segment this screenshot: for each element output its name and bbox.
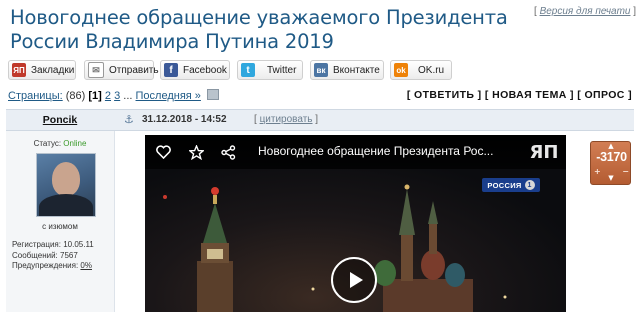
- thread-header: Новогоднее обращение уважаемого Президен…: [0, 0, 640, 56]
- send-label: Отправить: [109, 64, 159, 76]
- pages-count: (86): [65, 90, 86, 102]
- user-registration: Регистрация: 10.05.11: [12, 240, 94, 249]
- kremlin-tower: [197, 187, 233, 312]
- vk-icon: вк: [314, 63, 328, 77]
- pages-ellipsis: ...: [123, 90, 133, 102]
- facebook-icon: f: [164, 63, 178, 77]
- vkontakte-button[interactable]: вк Вконтакте: [310, 60, 384, 80]
- avatar-shoulders: [39, 194, 93, 216]
- bookmarks-button[interactable]: ЯП Закладки: [8, 60, 76, 80]
- channel-name: РОССИЯ: [487, 180, 522, 190]
- rating-minus-button[interactable]: −: [622, 167, 629, 176]
- warnings-value[interactable]: 0%: [80, 261, 92, 270]
- reply-button[interactable]: [ ОТВЕТИТЬ ]: [407, 89, 482, 101]
- okru-button[interactable]: ok OK.ru: [390, 60, 452, 80]
- user-warnings: Предупреждения: 0%: [12, 261, 94, 272]
- user-status: Статус: Online: [6, 139, 114, 148]
- channel-logo: РОССИЯ 1: [482, 178, 540, 192]
- post-rating: ▲ -3170 + − ▼: [590, 141, 631, 185]
- last-page-link[interactable]: Последняя »: [136, 90, 201, 102]
- post-author[interactable]: Poncik: [6, 110, 114, 130]
- yaplakal-logo: ЯП: [529, 141, 559, 163]
- quote-control: [ цитировать ]: [254, 114, 318, 125]
- play-icon: [349, 272, 363, 288]
- share-icon[interactable]: [219, 143, 237, 161]
- rating-down-arrow-icon[interactable]: ▼: [607, 175, 615, 182]
- channel-number: 1: [524, 180, 535, 190]
- twitter-button[interactable]: t Twitter: [237, 60, 303, 80]
- video-title[interactable]: Новогоднее обращение Президента Рос...: [258, 144, 493, 158]
- avatar[interactable]: [36, 153, 96, 217]
- rating-up-arrow-icon[interactable]: ▲: [607, 143, 615, 150]
- twitter-label: Twitter: [267, 64, 297, 76]
- print-version: [ Версия для печати ]: [534, 6, 636, 17]
- pagination: Страницы: (86) [1] 2 3 ... Последняя »: [8, 89, 219, 102]
- okru-label: OK.ru: [418, 64, 445, 76]
- status-online: Online: [63, 139, 87, 148]
- quote-link[interactable]: цитировать: [260, 114, 313, 125]
- rating-value: -3170: [596, 150, 627, 164]
- current-page: [1]: [88, 90, 102, 102]
- cathedral: [374, 184, 473, 312]
- rating-plus-button[interactable]: +: [594, 167, 601, 176]
- user-sidebar: Статус: Online с изюмом Регистрация: 10.…: [6, 131, 115, 312]
- bookmarks-label: Закладки: [31, 64, 75, 76]
- topic-actions: [ ОТВЕТИТЬ ] [ НОВАЯ ТЕМА ] [ ОПРОС ]: [407, 89, 632, 101]
- post-header: Poncik ⚓ 31.12.2018 - 14:52 [ цитировать…: [6, 109, 634, 131]
- star-icon[interactable]: [187, 143, 205, 161]
- status-label: Статус:: [33, 139, 64, 148]
- quote-bracket-close: ]: [312, 114, 319, 125]
- avatar-face: [52, 162, 80, 196]
- facebook-label: Facebook: [183, 64, 227, 76]
- user-messages: Сообщений: 7567: [12, 250, 78, 260]
- play-button[interactable]: [331, 257, 377, 303]
- send-button[interactable]: ✉ Отправить: [84, 60, 159, 80]
- twitter-icon: t: [241, 63, 255, 77]
- heart-icon[interactable]: [154, 143, 172, 161]
- print-version-link[interactable]: Версия для печати: [540, 6, 631, 17]
- video-top-bar: Новогоднее обращение Президента Рос... Я…: [145, 135, 566, 169]
- jump-page-icon[interactable]: [206, 89, 219, 100]
- anchor-icon[interactable]: ⚓: [124, 113, 134, 126]
- thread-title: Новогоднее обращение уважаемого Президен…: [10, 6, 508, 53]
- vkontakte-label: Вконтакте: [333, 64, 380, 76]
- new-topic-button[interactable]: [ НОВАЯ ТЕМА ]: [485, 89, 574, 101]
- yap-icon: ЯП: [12, 63, 26, 77]
- page-link-3[interactable]: 3: [114, 90, 120, 102]
- facebook-button[interactable]: f Facebook: [160, 60, 230, 80]
- user-caption: с изюмом: [42, 222, 78, 231]
- warnings-label: Предупреждения:: [12, 261, 81, 270]
- envelope-icon: ✉: [88, 62, 104, 78]
- poll-button[interactable]: [ ОПРОС ]: [577, 89, 632, 101]
- print-bracket-close: ]: [630, 6, 637, 17]
- pages-label[interactable]: Страницы:: [8, 90, 63, 102]
- video-player[interactable]: Новогоднее обращение Президента Рос... Я…: [145, 135, 566, 312]
- page-link-2[interactable]: 2: [105, 90, 111, 102]
- odnoklassniki-icon: ok: [394, 63, 408, 77]
- post-date: 31.12.2018 - 14:52: [142, 114, 227, 125]
- user-stats: Регистрация: 10.05.11 Сообщений: 7567 Пр…: [12, 240, 94, 272]
